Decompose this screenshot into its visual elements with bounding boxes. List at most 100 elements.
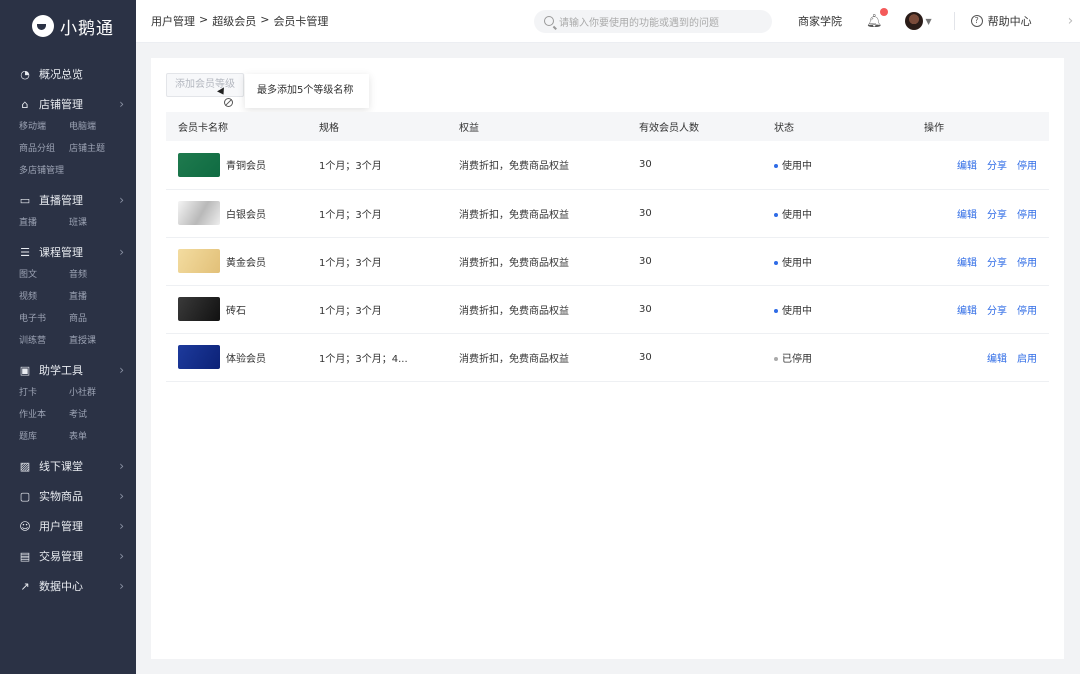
- sidebar-subitem[interactable]: 移动端: [19, 116, 69, 138]
- sidebar-item[interactable]: ☺ 用户管理 ›: [0, 514, 136, 538]
- row-action-link[interactable]: 分享: [987, 157, 1007, 172]
- notification-bell-icon[interactable]: 🔔︎: [866, 7, 888, 29]
- sidebar-subitem[interactable]: 电子书: [19, 308, 69, 330]
- card-name-cell: 体验会员: [166, 333, 319, 382]
- status-badge: 已停用: [782, 353, 812, 365]
- card-swatch: [178, 152, 220, 177]
- sidebar-group: ☰ 课程管理 › 图文 音频 视频 直播 电子书 商品 训练营 直授课: [0, 240, 136, 352]
- row-action-link[interactable]: 编辑: [957, 206, 977, 221]
- sidebar-subitems: 移动端 电脑端 商品分组 店铺主题 多店铺管理: [0, 116, 136, 182]
- breadcrumb-item-user[interactable]: 用户管理: [151, 13, 195, 29]
- sidebar-item[interactable]: ▢ 实物商品 ›: [0, 484, 136, 508]
- card-status-cell: 已停用: [774, 333, 924, 382]
- breadcrumb: 用户管理 > 超级会员 > 会员卡管理: [136, 13, 516, 29]
- sidebar-item[interactable]: ◔ 概况总览: [0, 62, 136, 86]
- sidebar-subitem[interactable]: 表单: [69, 426, 129, 448]
- sidebar-subitem[interactable]: 商品: [69, 308, 129, 330]
- row-action-link[interactable]: 分享: [987, 302, 1007, 317]
- help-center-link[interactable]: ? 帮助中心: [970, 13, 1032, 29]
- card-status-cell: 使用中: [774, 237, 924, 286]
- card-name-cell: 黄金会员: [166, 237, 319, 286]
- sidebar-item-label: 线下课堂: [39, 460, 83, 473]
- row-action-link[interactable]: 编辑: [987, 350, 1007, 365]
- card-actions-cell: 编辑 分享 停用: [924, 285, 1049, 334]
- sidebar-subitem[interactable]: 作业本: [19, 404, 69, 426]
- chevron-right-icon: ›: [119, 363, 124, 377]
- sidebar-item[interactable]: ⌂ 店铺管理 ›: [0, 92, 136, 116]
- sidebar-subitem[interactable]: 商品分组: [19, 138, 69, 160]
- status-dot: [774, 164, 778, 169]
- card-benefit: 消费折扣，免费商品权益: [459, 141, 639, 190]
- sidebar-subitem[interactable]: 音频: [69, 264, 129, 286]
- sidebar-subitem[interactable]: 考试: [69, 404, 129, 426]
- row-action-link[interactable]: 停用: [1017, 206, 1037, 221]
- card-spec: 1个月；3个月: [319, 237, 459, 286]
- chevron-down-icon[interactable]: ▼: [926, 17, 932, 26]
- sidebar-group: ▨ 线下课堂 ›: [0, 454, 136, 478]
- table-row: 体验会员 1个月；3个月；4... 消费折扣，免费商品权益 30 已停用 编辑 启用: [166, 333, 1049, 382]
- sidebar-group: ◔ 概况总览: [0, 62, 136, 86]
- logo-text: 小鹅通: [60, 18, 114, 39]
- sidebar-subitem[interactable]: 小社群: [69, 382, 129, 404]
- sidebar: 小鹅通 ◔ 概况总览 ⌂ 店铺管理 › 移动端 电脑端 商品分组 店铺主题 多店铺管理 ▭ 直播管理 ›…: [0, 0, 136, 674]
- row-action-link[interactable]: 编辑: [957, 302, 977, 317]
- sidebar-item[interactable]: ▤ 交易管理 ›: [0, 544, 136, 568]
- sidebar-item[interactable]: ↗ 数据中心 ›: [0, 574, 136, 598]
- table-row: 砖石 1个月；3个月 消费折扣，免费商品权益 30 使用中 编辑 分享 停用: [166, 285, 1049, 334]
- sidebar-group: ▢ 实物商品 ›: [0, 484, 136, 508]
- breadcrumb-item-card-management: 会员卡管理: [273, 15, 329, 28]
- sidebar-subitems: 打卡 小社群 作业本 考试 题库 表单: [0, 382, 136, 448]
- course-icon: ☰: [20, 245, 30, 259]
- sidebar-subitem[interactable]: 视频: [19, 286, 69, 308]
- question-icon: ?: [970, 15, 983, 27]
- row-action-link[interactable]: 分享: [987, 254, 1007, 269]
- card-name: 砖石: [226, 305, 246, 317]
- chevron-right-icon[interactable]: ›: [1068, 13, 1074, 29]
- sidebar-group: ▭ 直播管理 › 直播 班课: [0, 188, 136, 234]
- status-dot: [774, 356, 778, 361]
- sidebar-subitem[interactable]: 题库: [19, 426, 69, 448]
- breadcrumb-item-super-member[interactable]: 超级会员: [212, 13, 256, 29]
- sidebar-subitem[interactable]: 直授课: [69, 330, 129, 352]
- sidebar-subitem[interactable]: 图文: [19, 264, 69, 286]
- sidebar-subitem[interactable]: 电脑端: [69, 116, 129, 138]
- row-action-link[interactable]: 编辑: [957, 254, 977, 269]
- logo[interactable]: 小鹅通: [0, 0, 136, 52]
- sidebar-subitem[interactable]: 多店铺管理: [19, 160, 69, 182]
- row-action-link[interactable]: 停用: [1017, 157, 1037, 172]
- sidebar-item[interactable]: ☰ 课程管理 ›: [0, 240, 136, 264]
- sidebar-subitem[interactable]: 训练营: [19, 330, 69, 352]
- add-limit-tooltip: 最多添加5个等级名称: [245, 74, 369, 108]
- row-action-link[interactable]: 编辑: [957, 157, 977, 172]
- card-actions-cell: 编辑 分享 停用: [924, 141, 1049, 190]
- table-row: 黄金会员 1个月；3个月 消费折扣，免费商品权益 30 使用中 编辑 分享 停用: [166, 237, 1049, 286]
- sidebar-subitem[interactable]: 直播: [19, 212, 69, 234]
- card-benefit: 消费折扣，免费商品权益: [459, 189, 639, 238]
- sidebar-item[interactable]: ▣ 助学工具 ›: [0, 358, 136, 382]
- sidebar-item[interactable]: ▨ 线下课堂 ›: [0, 454, 136, 478]
- sidebar-subitem[interactable]: 班课: [69, 212, 129, 234]
- col-header-actions: 操作: [924, 112, 1049, 141]
- row-action-link[interactable]: 启用: [1017, 350, 1037, 365]
- card-actions-cell: 编辑 分享 停用: [924, 237, 1049, 286]
- merchant-academy-link[interactable]: 商家学院: [798, 13, 842, 29]
- card-name: 白银会员: [226, 209, 266, 221]
- sidebar-item-label: 课程管理: [39, 246, 83, 259]
- search-icon: [544, 16, 554, 26]
- card-member-count: 30: [639, 333, 774, 382]
- status-dot: [774, 260, 778, 265]
- row-action-link[interactable]: 停用: [1017, 302, 1037, 317]
- status-badge: 使用中: [782, 305, 812, 317]
- chevron-right-icon: ›: [119, 489, 124, 503]
- search-input[interactable]: 请输入你要使用的功能或遇到的问题: [534, 9, 772, 33]
- main-panel: 添加会员等级 最多添加5个等级名称 会员卡名称 规格 权益 有效会员人数 状态 …: [151, 58, 1064, 659]
- sidebar-subitem[interactable]: 直播: [69, 286, 129, 308]
- row-action-link[interactable]: 分享: [987, 206, 1007, 221]
- sidebar-item[interactable]: ▭ 直播管理 ›: [0, 188, 136, 212]
- avatar[interactable]: [904, 12, 923, 30]
- add-member-level-button[interactable]: 添加会员等级: [166, 73, 244, 97]
- row-action-link[interactable]: 停用: [1017, 254, 1037, 269]
- sidebar-subitem[interactable]: 打卡: [19, 382, 69, 404]
- sidebar-subitem[interactable]: 店铺主题: [69, 138, 129, 160]
- card-benefit: 消费折扣，免费商品权益: [459, 285, 639, 334]
